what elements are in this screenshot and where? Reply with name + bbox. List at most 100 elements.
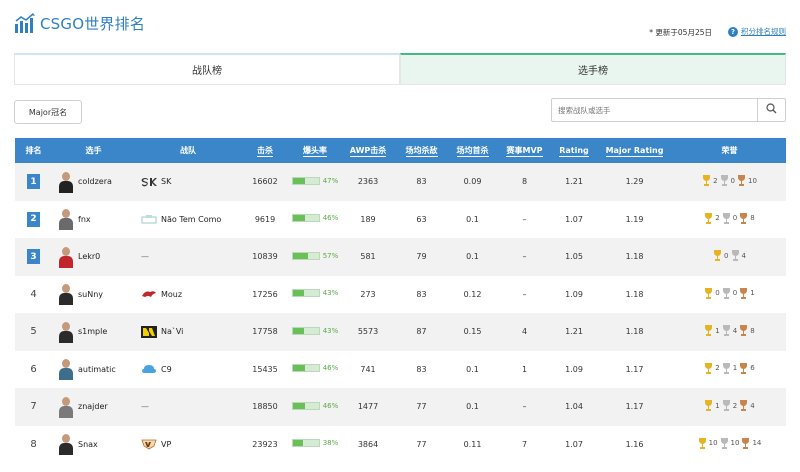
player-cell[interactable]: suNny xyxy=(52,276,135,314)
col-major-rating[interactable]: Major Rating xyxy=(596,138,673,163)
first-kills-cell: 0.11 xyxy=(463,439,482,449)
team-col-cell: Não Tem Como xyxy=(135,201,241,239)
team-cell[interactable]: SK xyxy=(135,176,241,188)
headshot-bar xyxy=(291,289,320,298)
silver-trophy-count: 10 xyxy=(730,439,740,448)
player-cell[interactable]: znajder xyxy=(52,388,135,426)
headshot-cell: 38% xyxy=(289,426,341,464)
col-avg-kills[interactable]: 场均杀敌 xyxy=(395,138,448,163)
table-row[interactable]: 3 Lekr0 — 10839 57% 581 79 0.1 – 1.05 1.… xyxy=(15,238,786,276)
major-rating-cell: 1.18 xyxy=(625,327,644,337)
silver-trophy-icon xyxy=(722,287,731,299)
major-rating-cell: 1.18 xyxy=(625,289,644,299)
headshot-cell: 47% xyxy=(289,163,341,201)
table-header-row: 排名 选手 战队 击杀 爆头率 AWP击杀 场均杀敌 场均首杀 赛事MVP Ra… xyxy=(15,138,786,163)
col-major-rating-label: Major Rating xyxy=(605,146,664,157)
col-awp-kills[interactable]: AWP击杀 xyxy=(341,138,395,163)
headshot-value: 46% xyxy=(322,364,339,373)
player-cell[interactable]: fnx xyxy=(52,201,135,239)
silver-trophy-count: 1 xyxy=(732,364,738,373)
major-rating-cell: 1.18 xyxy=(625,252,644,262)
first-kills-cell: 0.1 xyxy=(466,364,479,374)
rank-number: 5 xyxy=(30,326,37,338)
table-row[interactable]: 4 suNny Mouz 17256 43% 273 83 0.12 – 1.0… xyxy=(15,275,786,314)
mvp-cell: – xyxy=(522,402,527,412)
kills-cell: 15435 xyxy=(252,364,278,374)
player-cell[interactable]: autimatic xyxy=(52,351,135,389)
kills-cell: 23923 xyxy=(252,439,278,449)
team-col-cell: Mouz xyxy=(135,276,241,314)
gold-trophy-count: 0 xyxy=(715,289,720,298)
col-mvp[interactable]: 赛事MVP xyxy=(497,138,552,163)
silver-trophy-icon xyxy=(720,437,729,449)
table-row[interactable]: 8 Snax VP 23923 38% 3864 77 0.11 7 1.07 … xyxy=(15,425,786,464)
team-logo-icon xyxy=(141,176,157,188)
awp-kills-cell: 1477 xyxy=(357,402,379,412)
silver-trophy-count: 0 xyxy=(730,176,735,185)
honors-cell: 2 0 10 xyxy=(673,163,786,201)
avg-kills-cell: 79 xyxy=(416,252,427,262)
ranking-rules-link[interactable]: ? 积分排名规则 xyxy=(728,26,786,37)
team-name: — xyxy=(141,402,149,412)
team-cell[interactable]: Mouz xyxy=(135,288,241,300)
kills-cell: 16602 xyxy=(252,177,278,187)
player-avatar xyxy=(58,208,74,231)
team-col-cell: VP xyxy=(135,426,241,464)
search-input[interactable] xyxy=(552,99,757,121)
col-headshot-label: 爆头率 xyxy=(303,146,327,157)
headshot-value: 38% xyxy=(322,439,339,448)
rank-cell: 2 xyxy=(15,201,52,239)
player-cell[interactable]: Lekr0 xyxy=(52,238,135,276)
silver-trophy-count: 2 xyxy=(732,401,738,410)
player-cell[interactable]: coldzera xyxy=(52,163,135,201)
team-logo-icon xyxy=(141,363,157,375)
rating-cell: 1.09 xyxy=(565,289,583,299)
major-filter-button[interactable]: Major冠名 xyxy=(14,100,82,124)
site-logo[interactable]: CSGO世界排名 xyxy=(14,12,145,34)
player-avatar xyxy=(58,321,74,343)
page-header: CSGO世界排名 * 更新于05月25日 ? 积分排名规则 xyxy=(0,0,800,52)
table-row[interactable]: 1 coldzera SK 16602 47% 2363 83 0.09 8 1… xyxy=(15,163,786,201)
headshot-value: 46% xyxy=(322,401,339,410)
bronze-trophy-icon xyxy=(737,175,746,187)
col-kills[interactable]: 击杀 xyxy=(241,138,289,163)
tab-player-ranking[interactable]: 选手榜 xyxy=(400,53,786,85)
avg-kills-cell: 87 xyxy=(416,327,427,337)
avg-kills-cell: 83 xyxy=(416,177,427,187)
avg-kills-cell: 83 xyxy=(416,289,427,299)
gold-trophy-count: 2 xyxy=(713,176,718,185)
search-button[interactable] xyxy=(757,99,785,121)
headshot-value: 43% xyxy=(322,289,339,298)
col-first-kills[interactable]: 场均首杀 xyxy=(448,138,497,163)
col-rating[interactable]: Rating xyxy=(552,138,596,163)
first-kills-cell: 0.09 xyxy=(463,177,482,187)
team-cell[interactable]: Na`Vi xyxy=(135,325,241,338)
table-row[interactable]: 7 znajder — 18850 46% 1477 77 0.1 – 1.04… xyxy=(15,388,786,426)
silver-trophy-icon xyxy=(722,325,731,337)
major-rating-cell: 1.17 xyxy=(625,402,644,412)
col-team: 战队 xyxy=(180,146,196,155)
bronze-trophy-icon xyxy=(739,362,748,374)
col-kills-label: 击杀 xyxy=(257,146,273,157)
player-cell[interactable]: s1mple xyxy=(52,313,135,351)
rank-cell: 6 xyxy=(15,351,52,389)
rating-cell: 1.21 xyxy=(565,177,583,187)
rank-badge: 2 xyxy=(27,211,40,227)
table-row[interactable]: 6 autimatic C9 15435 46% 741 83 0.1 1 1.… xyxy=(15,350,786,389)
avg-kills-cell: 77 xyxy=(416,402,427,412)
col-headshot[interactable]: 爆头率 xyxy=(289,138,341,163)
team-cell[interactable]: Não Tem Como xyxy=(135,213,241,225)
table-row[interactable]: 5 s1mple Na`Vi 17758 43% 5573 87 0.15 4 … xyxy=(15,313,786,351)
player-cell[interactable]: Snax xyxy=(52,426,135,464)
team-cell[interactable]: VP xyxy=(135,438,241,450)
honors-cell: 10 10 14 xyxy=(673,426,786,464)
mvp-cell: 4 xyxy=(521,327,528,337)
rank-number: 7 xyxy=(30,401,37,413)
tab-team-ranking[interactable]: 战队榜 xyxy=(14,55,400,85)
headshot-value: 46% xyxy=(322,214,339,223)
mvp-cell: – xyxy=(522,289,527,299)
table-row[interactable]: 2 fnx Não Tem Como 9619 46% 189 63 0.1 –… xyxy=(15,200,786,239)
first-kills-cell: 0.1 xyxy=(466,402,479,412)
team-cell[interactable]: C9 xyxy=(135,363,241,375)
team-name: Mouz xyxy=(161,289,183,299)
